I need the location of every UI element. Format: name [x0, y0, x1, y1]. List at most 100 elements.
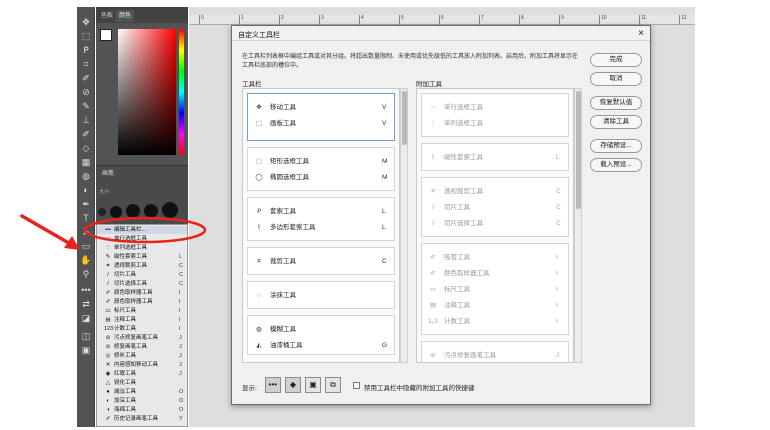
show-extra-slot-icon[interactable]: ••• [265, 377, 281, 393]
tool-group[interactable]: ᑭ 套索工具 L ⌇ 多边形套索工具 L [247, 197, 395, 241]
tool-item[interactable]: ⋯ 单行选框工具 [428, 102, 568, 114]
brush-preset[interactable] [126, 204, 140, 218]
tool-item[interactable]: ◭ 油漆桶工具 G [254, 340, 394, 352]
tool-item[interactable]: ▤ 注释工具 I [428, 300, 568, 312]
show-fill-icon[interactable]: ◆ [285, 377, 301, 393]
history-brush-icon[interactable]: ✐ [80, 129, 92, 139]
tool-item[interactable]: / 切片工具 C [428, 202, 568, 214]
extra-tools-list[interactable]: ⋯ 单行选框工具 ⋮ 单列选框工具 ⌇ 磁性套索工具 L ⌗ 透视裁剪工具 C / 切片工具 C / 切片选… [416, 88, 574, 363]
tool-item[interactable]: ᑭ 套索工具 L [254, 206, 394, 218]
tool-item[interactable]: ⌇ 磁性套索工具 L [428, 152, 568, 164]
cancel-button[interactable]: 取消 [590, 72, 642, 86]
toolbar-list[interactable]: ✥ 移动工具 V ⬚ 画板工具 V ⬚ 矩形选框工具 M ◯ 椭圆选框工具 M ᑭ 套索工具 L ⌇ 多边形套索… [242, 88, 400, 363]
save-preset-button[interactable]: 存储预设... [590, 139, 642, 153]
tool-item[interactable]: 1₂3 计数工具 I [428, 316, 568, 328]
restore-defaults-button[interactable]: 恢复默认值 [590, 96, 642, 110]
tool-item[interactable]: ▭ 标尺工具 I [428, 284, 568, 296]
screenmode-icon[interactable]: ▣ [80, 345, 92, 355]
healing-icon[interactable]: ⊘ [80, 87, 92, 97]
tool-item[interactable]: ◍ 模糊工具 [254, 324, 394, 336]
fg-bg-icon[interactable]: ◪ [80, 313, 92, 323]
extra-list-scrollbar[interactable] [574, 88, 582, 363]
flyout-item[interactable]: 123 计数工具 I [97, 325, 187, 333]
tool-group[interactable]: ⌗ 裁剪工具 C [247, 247, 395, 275]
scrollbar-thumb[interactable] [402, 91, 407, 145]
flyout-item[interactable]: △ 锐化工具 [97, 379, 187, 387]
foreground-color-swatch[interactable] [100, 29, 112, 41]
tab-brushes[interactable]: 画笔 [99, 168, 117, 180]
tool-item[interactable]: / 切片选择工具 C [428, 218, 568, 230]
rect-shape-icon[interactable]: ▭ [80, 241, 92, 251]
tool-group[interactable]: ⋯ 单行选框工具 ⋮ 单列选框工具 [421, 93, 569, 137]
brush-preset[interactable] [162, 202, 178, 218]
swap-colors-icon[interactable]: ⇄ [80, 299, 92, 309]
eyedropper-icon[interactable]: ✐ [80, 73, 92, 83]
brush-preset[interactable] [110, 206, 122, 218]
color-field[interactable] [118, 29, 176, 155]
tool-item[interactable]: ⌇ 多边形套索工具 L [254, 222, 394, 234]
flyout-item[interactable]: ⋮ 单列选框工具 [97, 244, 187, 252]
disable-shortcuts-checkbox[interactable] [353, 382, 360, 389]
dodge-icon[interactable]: ◐ [80, 185, 92, 195]
done-button[interactable]: 完成 [590, 53, 642, 67]
flyout-item[interactable]: ⌗ 透视裁剪工具 C [97, 262, 187, 270]
tool-group[interactable]: ⬚ 矩形选框工具 M ◯ 椭圆选框工具 M [247, 147, 395, 191]
quickmask-icon[interactable]: ◫ [80, 331, 92, 341]
flyout-item[interactable]: ▭ 标尺工具 I [97, 307, 187, 315]
flyout-item[interactable]: ● 减淡工具 O [97, 388, 187, 396]
close-icon[interactable]: × [638, 28, 644, 39]
flyout-item[interactable]: ◐ 加深工具 O [97, 397, 187, 405]
flyout-item[interactable]: ✎ 磁性套索工具 L [97, 253, 187, 261]
eraser-icon[interactable]: ◇ [80, 143, 92, 153]
flyout-item[interactable]: ⊘ 污点修复画笔工具 J [97, 334, 187, 342]
tool-item[interactable]: ✐ 吸管工具 I [428, 252, 568, 264]
flyout-item[interactable]: / 切片选择工具 C [97, 280, 187, 288]
brush-preset[interactable] [144, 204, 158, 218]
flyout-item[interactable]: ◎ 修补工具 J [97, 352, 187, 360]
brush-preset[interactable] [98, 208, 106, 216]
show-quickmask-icon[interactable]: ▣ [305, 377, 321, 393]
tool-item[interactable]: ⋮ 单列选框工具 [428, 118, 568, 130]
tool-group[interactable]: ◍ 模糊工具 ◭ 油漆桶工具 G [247, 315, 395, 355]
tool-item[interactable]: ✐ 颜色取样器工具 I [428, 268, 568, 280]
flyout-item[interactable]: ◑ 海绵工具 O [97, 406, 187, 414]
tool-item[interactable]: ⊘ 污点修复画笔工具 J [428, 350, 568, 362]
edit-toolbar-icon[interactable]: ••• [80, 285, 92, 295]
flyout-item[interactable]: ⋯ 单行选框工具 [97, 235, 187, 243]
tool-group[interactable]: ⌗ 透视裁剪工具 C / 切片工具 C / 切片选择工具 C [421, 177, 569, 237]
flyout-item[interactable]: / 切片工具 C [97, 271, 187, 279]
tool-group[interactable]: ⊘污点修复画笔工具J⊘修复画笔工具J [421, 341, 569, 362]
marquee-icon[interactable]: ⬚ [80, 31, 92, 41]
blur-icon[interactable]: ◍ [80, 171, 92, 181]
tool-item[interactable]: ⬚ 矩形选框工具 M [254, 156, 394, 168]
lasso-icon[interactable]: ᑭ [80, 45, 92, 55]
stamp-icon[interactable]: ⊥ [80, 115, 92, 125]
tool-item[interactable]: ◌ 涂抹工具 [254, 290, 394, 302]
show-screenmode-icon[interactable]: ⧉ [325, 377, 341, 393]
edit-toolbar-menu-item[interactable]: ••• 编辑工具栏... [97, 226, 187, 234]
tab-color[interactable]: 颜色 [116, 10, 135, 22]
tool-group[interactable]: ✥ 移动工具 V ⬚ 画板工具 V [247, 93, 395, 141]
hand-icon[interactable]: ✋ [80, 255, 92, 265]
tool-group[interactable]: ◌ 涂抹工具 [247, 281, 395, 309]
flyout-item[interactable]: ⊘ 修复画笔工具 J [97, 343, 187, 351]
type-icon[interactable]: T [80, 213, 92, 223]
toolbar-list-scrollbar[interactable] [400, 88, 408, 363]
tool-item[interactable]: ⌗ 透视裁剪工具 C [428, 186, 568, 198]
gradient-icon[interactable]: ▦ [80, 157, 92, 167]
tool-item[interactable]: ⌗ 裁剪工具 C [254, 256, 394, 268]
zoom-icon[interactable]: ⚲ [80, 269, 92, 279]
hue-slider[interactable] [179, 29, 184, 155]
flyout-item[interactable]: ✐ 历史记录画笔工具 Y [97, 415, 187, 423]
tool-group[interactable]: ⌇ 磁性套索工具 L [421, 143, 569, 171]
flyout-item[interactable]: ✐ 颜色取样器工具 I [97, 289, 187, 297]
flyout-item[interactable]: ✕ 内容感知移动工具 J [97, 361, 187, 369]
scrollbar-thumb[interactable] [576, 91, 581, 209]
move-icon[interactable]: ✥ [80, 17, 92, 27]
load-preset-button[interactable]: 载入预设... [590, 158, 642, 172]
brush-icon[interactable]: ✎ [80, 101, 92, 111]
tab-swatches[interactable]: 色板 [98, 10, 116, 22]
tool-item[interactable]: ✥ 移动工具 V [254, 102, 394, 114]
tool-item[interactable]: ⬚ 画板工具 V [254, 118, 394, 130]
tool-group[interactable]: ✐ 吸管工具 I ✐ 颜色取样器工具 I ▭ 标尺工具 I ▤ 注释工具 I 1₂3 计数工具 I [421, 243, 569, 335]
